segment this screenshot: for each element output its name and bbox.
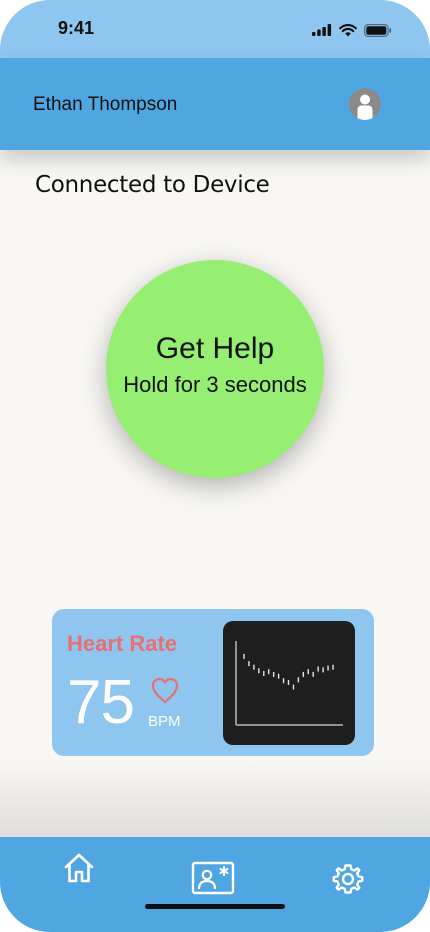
home-indicator[interactable] — [145, 904, 285, 909]
user-silhouette-icon — [357, 94, 373, 120]
status-icons — [312, 22, 392, 38]
gear-icon — [332, 864, 364, 894]
tab-contacts[interactable] — [191, 861, 235, 900]
home-icon — [64, 853, 94, 883]
bottom-shade — [0, 760, 430, 838]
help-button-subtitle: Hold for 3 seconds — [123, 372, 307, 397]
heart-rate-value: 75 — [67, 668, 135, 737]
heart-rate-graph — [223, 621, 355, 745]
status-time: 9:41 — [58, 18, 95, 38]
avatar[interactable] — [349, 88, 381, 120]
user-name: Ethan Thompson — [33, 94, 178, 115]
phone-screen: 9:41 Ethan Thompson Connected to Device … — [0, 0, 430, 932]
get-help-button[interactable]: Get Help Hold for 3 seconds — [106, 260, 324, 478]
wifi-icon — [339, 23, 357, 36]
tab-home[interactable] — [62, 851, 96, 890]
battery-icon — [364, 23, 392, 37]
cellular-signal-icon — [312, 24, 332, 36]
heart-rate-trend-plot — [235, 641, 343, 726]
heart-rate-title: Heart Rate — [67, 631, 178, 656]
heart-icon — [151, 677, 179, 704]
connection-status: Connected to Device — [35, 172, 270, 198]
tab-bar — [0, 837, 430, 932]
status-bar: 9:41 — [0, 0, 430, 58]
heart-rate-unit: BPM — [148, 713, 181, 730]
tab-settings[interactable] — [331, 862, 365, 901]
app-header: Ethan Thompson — [0, 58, 430, 150]
heart-rate-card[interactable]: Heart Rate 75 BPM — [52, 609, 374, 756]
help-button-title: Get Help — [155, 332, 275, 365]
contact-card-icon — [191, 861, 235, 895]
